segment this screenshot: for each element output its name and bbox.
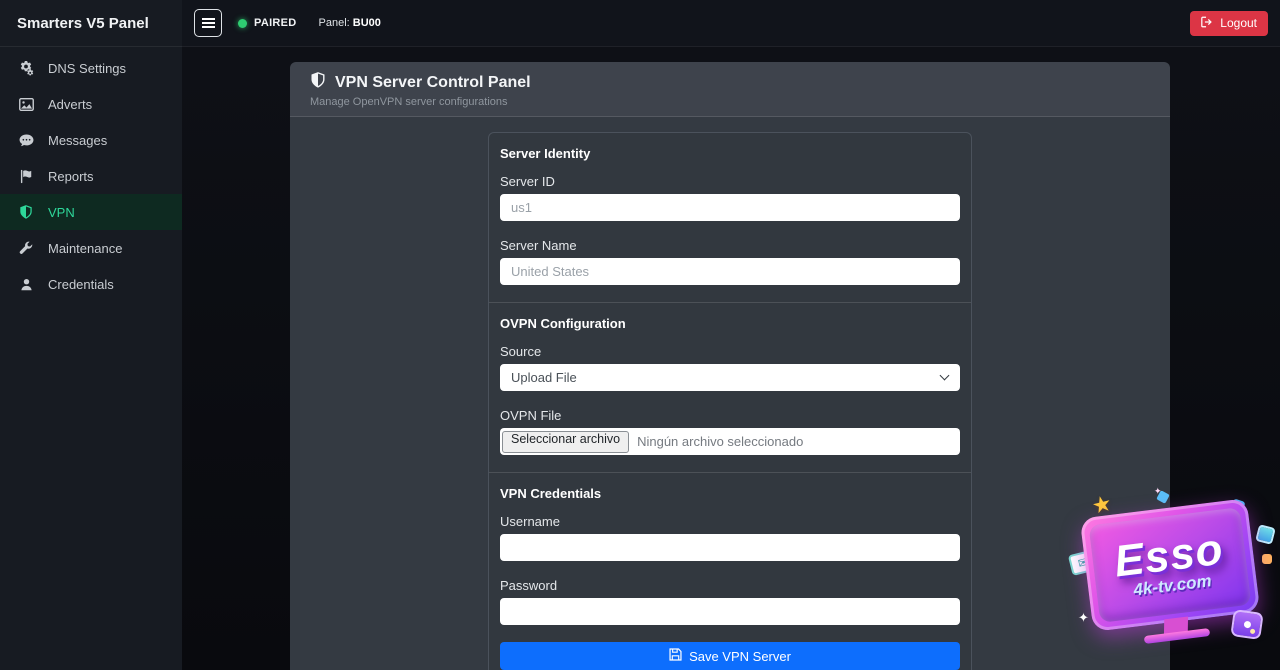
source-select[interactable]: Upload File	[500, 364, 960, 391]
sidebar-toggle-button[interactable]	[194, 9, 222, 37]
ovpn-file-input[interactable]: Seleccionar archivo Ningún archivo selec…	[500, 428, 960, 455]
shield-icon	[17, 205, 35, 219]
watermark-logo: ★ ✦ ✉ Esso 4k-tv.com ✦	[1070, 490, 1274, 654]
sidebar-item-label: Adverts	[48, 97, 92, 112]
dot-icon	[1262, 554, 1272, 564]
server-name-input[interactable]	[500, 258, 960, 285]
section-title-credentials: VPN Credentials	[500, 486, 960, 501]
ovpn-file-label: OVPN File	[500, 408, 960, 423]
logout-label: Logout	[1220, 16, 1257, 30]
status-dot-icon	[238, 19, 247, 28]
file-browse-button[interactable]: Seleccionar archivo	[502, 431, 629, 453]
sidebar-item-vpn[interactable]: VPN	[0, 194, 182, 230]
panel-value: BU00	[353, 17, 381, 29]
password-label: Password	[500, 578, 960, 593]
vpn-server-form: Server Identity Server ID Server Name OV…	[488, 132, 972, 670]
source-select-wrap: Upload File	[500, 364, 960, 408]
hamburger-icon	[202, 18, 215, 28]
sidebar-item-dns-settings[interactable]: DNS Settings	[0, 50, 182, 86]
page-title: VPN Server Control Panel	[335, 74, 531, 92]
sidebar: Smarters V5 Panel DNS Settings Adverts M…	[0, 0, 182, 670]
user-icon	[17, 278, 35, 291]
panel-info: Panel:BU00	[319, 17, 381, 29]
sidebar-item-maintenance[interactable]: Maintenance	[0, 230, 182, 266]
vpn-panel-card: VPN Server Control Panel Manage OpenVPN …	[290, 62, 1170, 670]
status-text: PAIRED	[254, 17, 297, 29]
section-title-ovpn: OVPN Configuration	[500, 316, 960, 331]
sidebar-nav: DNS Settings Adverts Messages Reports VP	[0, 47, 182, 302]
source-label: Source	[500, 344, 960, 359]
shield-header-icon	[310, 72, 326, 93]
watermark-tv: Esso 4k-tv.com	[1080, 498, 1261, 632]
save-icon	[669, 648, 682, 664]
card-header: VPN Server Control Panel Manage OpenVPN …	[290, 62, 1170, 117]
sidebar-item-label: Messages	[48, 133, 107, 148]
save-vpn-server-button[interactable]: Save VPN Server	[500, 642, 960, 670]
gears-icon	[17, 60, 35, 76]
photo-icon	[1230, 609, 1263, 640]
server-name-label: Server Name	[500, 238, 960, 253]
pairing-status: PAIRED	[238, 17, 297, 29]
password-input[interactable]	[500, 598, 960, 625]
file-status-text: Ningún archivo seleccionado	[637, 434, 803, 449]
sidebar-item-reports[interactable]: Reports	[0, 158, 182, 194]
page-subtitle: Manage OpenVPN server configurations	[310, 96, 1150, 108]
comment-icon	[17, 134, 35, 147]
logout-button[interactable]: Logout	[1190, 11, 1268, 36]
flag-icon	[17, 169, 35, 184]
app-title: Smarters V5 Panel	[0, 0, 182, 47]
username-label: Username	[500, 514, 960, 529]
sidebar-item-label: Reports	[48, 169, 94, 184]
sparkle-icon: ✦	[1078, 610, 1089, 626]
sidebar-item-adverts[interactable]: Adverts	[0, 86, 182, 122]
image-icon	[17, 98, 35, 111]
sidebar-item-label: Credentials	[48, 277, 114, 292]
section-title-identity: Server Identity	[500, 146, 960, 161]
server-id-label: Server ID	[500, 174, 960, 189]
server-id-input[interactable]	[500, 194, 960, 221]
username-input[interactable]	[500, 534, 960, 561]
sidebar-item-label: VPN	[48, 205, 75, 220]
card-body: Server Identity Server ID Server Name OV…	[290, 117, 1170, 670]
panel-label: Panel:	[319, 17, 350, 29]
topbar: PAIRED Panel:BU00 Logout	[182, 0, 1280, 47]
watermark-screen: Esso 4k-tv.com	[1089, 507, 1252, 623]
logout-icon	[1201, 16, 1214, 31]
section-divider	[489, 472, 971, 473]
sidebar-item-messages[interactable]: Messages	[0, 122, 182, 158]
save-button-label: Save VPN Server	[689, 649, 791, 664]
sidebar-item-label: DNS Settings	[48, 61, 126, 76]
sidebar-item-credentials[interactable]: Credentials	[0, 266, 182, 302]
sidebar-item-label: Maintenance	[48, 241, 122, 256]
section-divider	[489, 302, 971, 303]
wrench-icon	[17, 241, 35, 255]
cube-icon	[1255, 524, 1276, 545]
